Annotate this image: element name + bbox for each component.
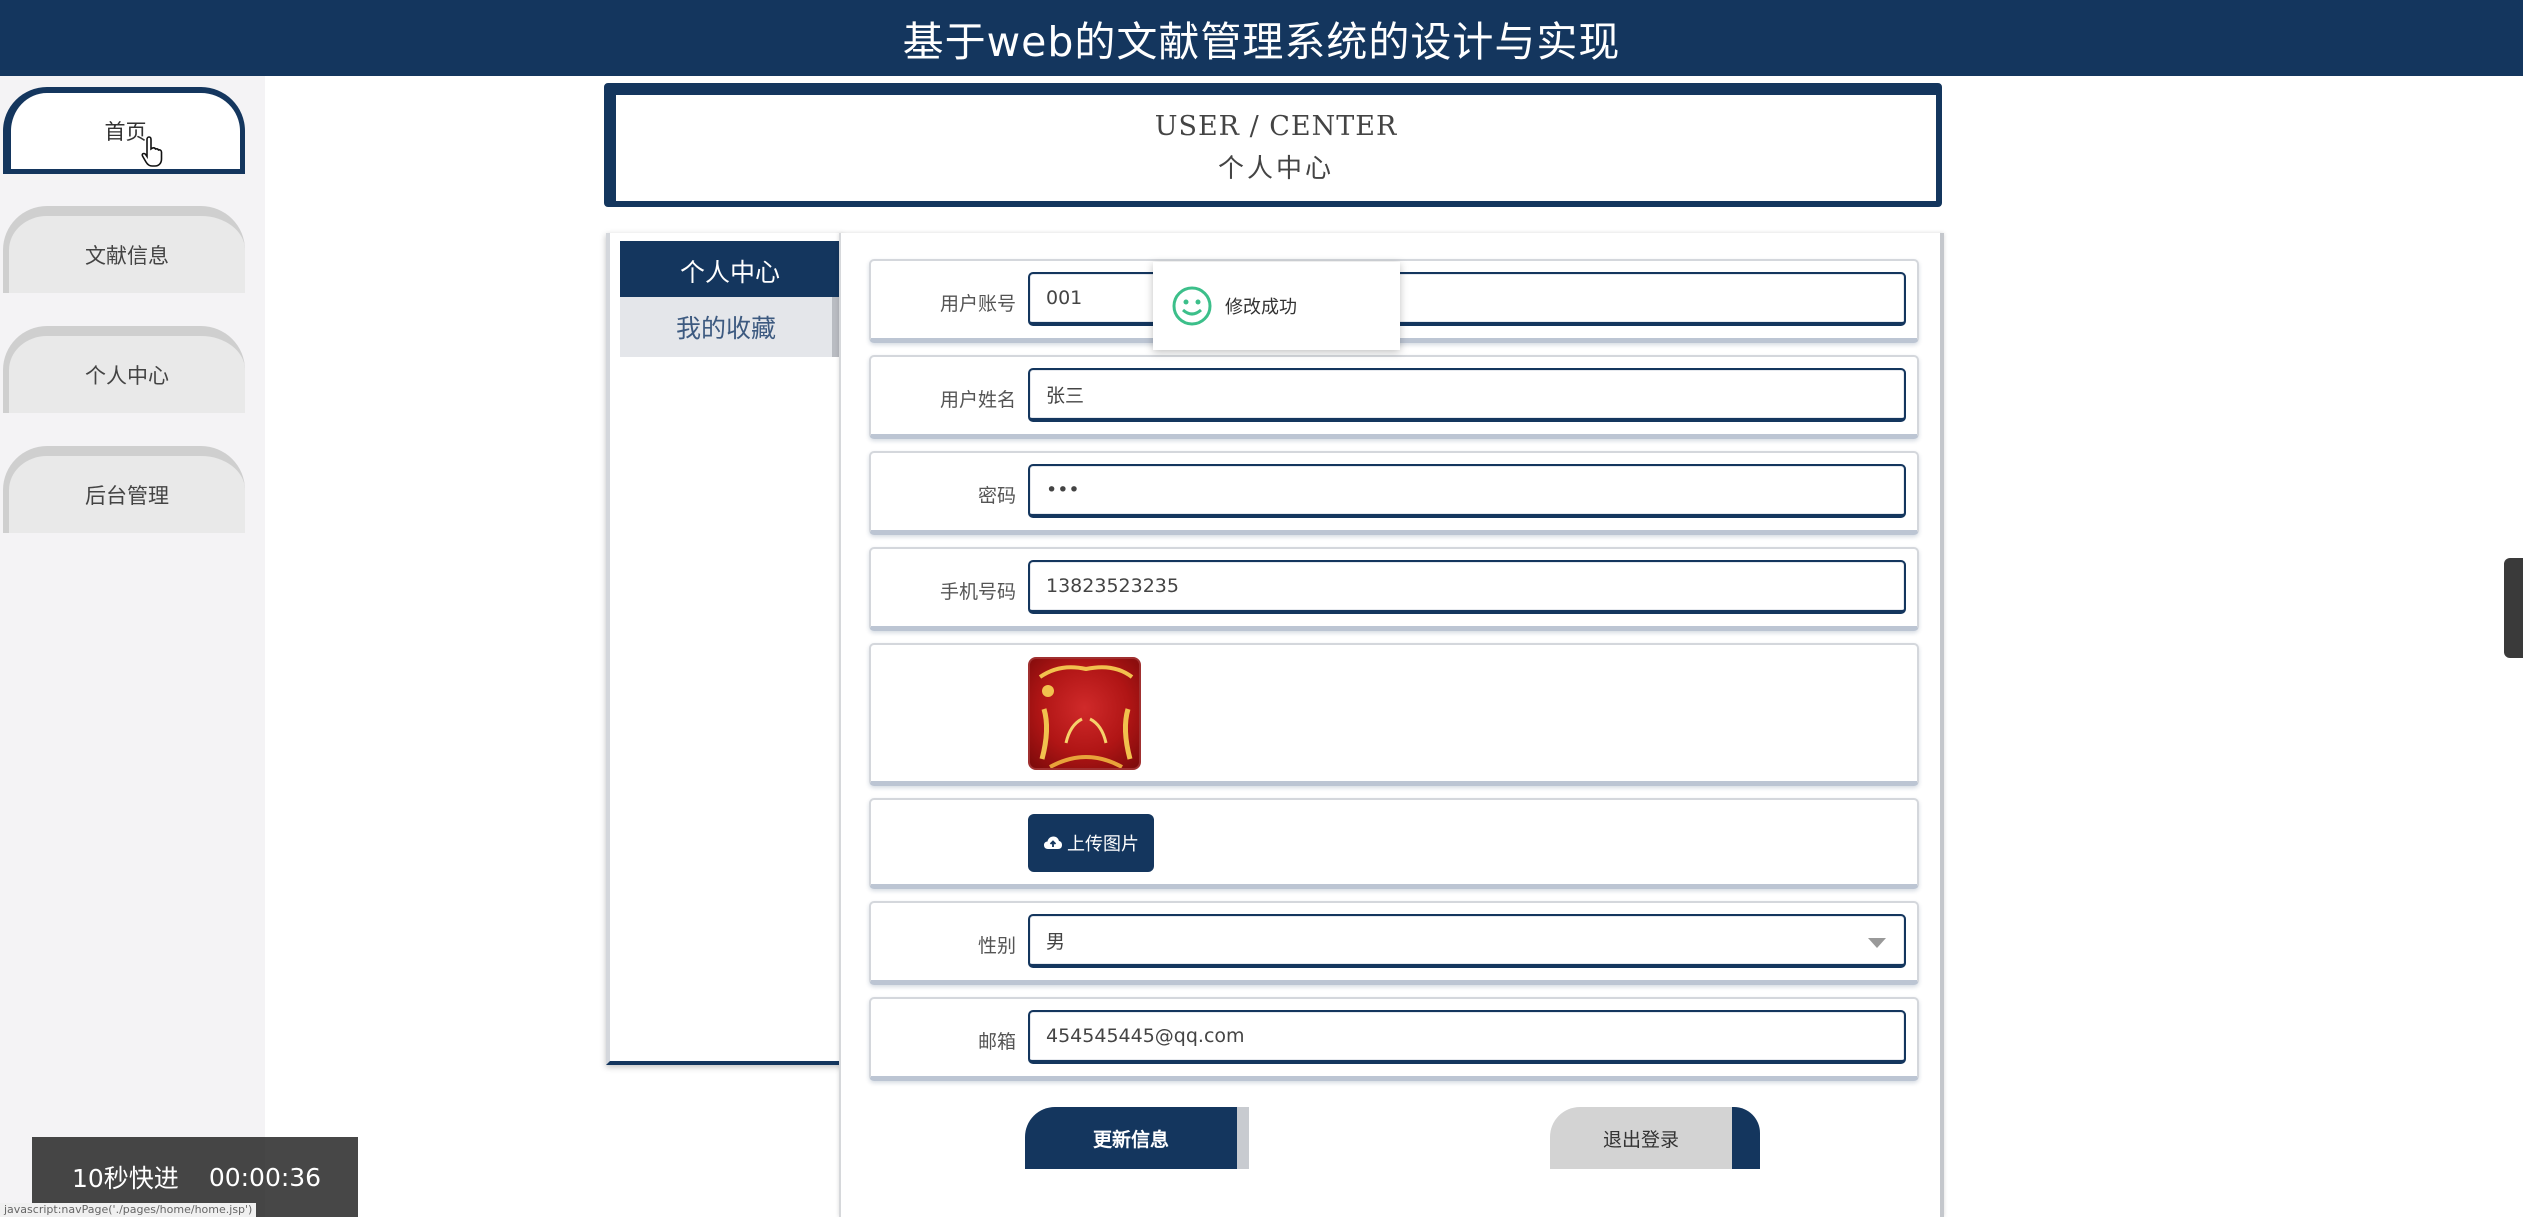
section-title-box: USER / CENTER 个人中心 bbox=[604, 83, 1942, 207]
email-input[interactable]: 454545445@qq.com bbox=[1028, 1010, 1906, 1064]
form-row-name: 用户姓名 张三 bbox=[869, 355, 1919, 439]
form-row-password: 密码 ••• bbox=[869, 451, 1919, 535]
email-label: 邮箱 bbox=[977, 1031, 1016, 1053]
app-header: 基于web的文献管理系统的设计与实现 bbox=[0, 0, 2523, 76]
fast-forward-label: 10秒快进 bbox=[72, 1164, 179, 1193]
toast-message: 修改成功 bbox=[1225, 297, 1297, 318]
account-label: 用户账号 bbox=[939, 293, 1016, 315]
sidebar: 首页 文献信息 个人中心 后台管理 bbox=[0, 76, 265, 1217]
password-label: 密码 bbox=[977, 485, 1016, 507]
tab-personal-center[interactable]: 个人中心 bbox=[620, 241, 840, 301]
success-toast: 修改成功 bbox=[1153, 262, 1400, 350]
video-timestamp: 00:00:36 bbox=[208, 1162, 322, 1192]
upload-image-button[interactable]: 上传图片 bbox=[1028, 814, 1154, 872]
hand-cursor-icon bbox=[141, 136, 163, 167]
chevron-down-icon bbox=[1868, 938, 1886, 948]
section-title-en: USER / CENTER bbox=[1154, 111, 1398, 142]
sidebar-item-label: 个人中心 bbox=[85, 363, 169, 388]
form-row-phone: 手机号码 13823523235 bbox=[869, 547, 1919, 631]
sidebar-item-label: 后台管理 bbox=[85, 483, 169, 508]
phone-input[interactable]: 13823523235 bbox=[1028, 560, 1906, 614]
form-row-gender: 性别 男 bbox=[869, 901, 1919, 985]
avatar bbox=[1028, 657, 1141, 770]
section-title-zh: 个人中心 bbox=[1217, 154, 1334, 184]
form-row-upload: 上传图片 bbox=[869, 798, 1919, 889]
phone-label: 手机号码 bbox=[939, 581, 1016, 603]
gender-label: 性别 bbox=[977, 935, 1016, 957]
side-scroll-handle[interactable] bbox=[2504, 558, 2523, 658]
form-row-avatar bbox=[869, 643, 1919, 786]
sidebar-item-documents[interactable]: 文献信息 bbox=[3, 206, 245, 293]
update-info-button[interactable]: 更新信息 bbox=[1025, 1107, 1237, 1169]
tab-panel: 个人中心 我的收藏 bbox=[606, 233, 842, 1065]
status-bar-url: javascript:navPage('./pages/home/home.js… bbox=[0, 1203, 257, 1217]
upload-button-label: 上传图片 bbox=[1067, 834, 1139, 855]
form-row-email: 邮箱 454545445@qq.com bbox=[869, 997, 1919, 1081]
page-title: 基于web的文献管理系统的设计与实现 bbox=[902, 18, 1621, 66]
sidebar-item-home[interactable]: 首页 bbox=[3, 87, 245, 174]
cloud-upload-icon bbox=[1044, 836, 1062, 849]
gender-select[interactable]: 男 bbox=[1028, 914, 1906, 968]
avatar-image-icon bbox=[1038, 665, 1134, 768]
logout-button[interactable]: 退出登录 bbox=[1550, 1107, 1760, 1169]
profile-form: 用户账号 001 用户姓名 张三 密码 ••• 手机号码 13823523235 bbox=[839, 233, 1944, 1217]
name-label: 用户姓名 bbox=[939, 389, 1016, 411]
name-input[interactable]: 张三 bbox=[1028, 368, 1906, 422]
gender-select-value: 男 bbox=[1046, 930, 1066, 953]
smiley-icon bbox=[1172, 286, 1212, 326]
tab-my-favorites[interactable]: 我的收藏 bbox=[620, 297, 840, 357]
sidebar-item-personal-center[interactable]: 个人中心 bbox=[3, 326, 245, 413]
sidebar-item-admin[interactable]: 后台管理 bbox=[3, 446, 245, 533]
sidebar-item-label: 文献信息 bbox=[85, 243, 169, 268]
password-input[interactable]: ••• bbox=[1028, 464, 1906, 518]
